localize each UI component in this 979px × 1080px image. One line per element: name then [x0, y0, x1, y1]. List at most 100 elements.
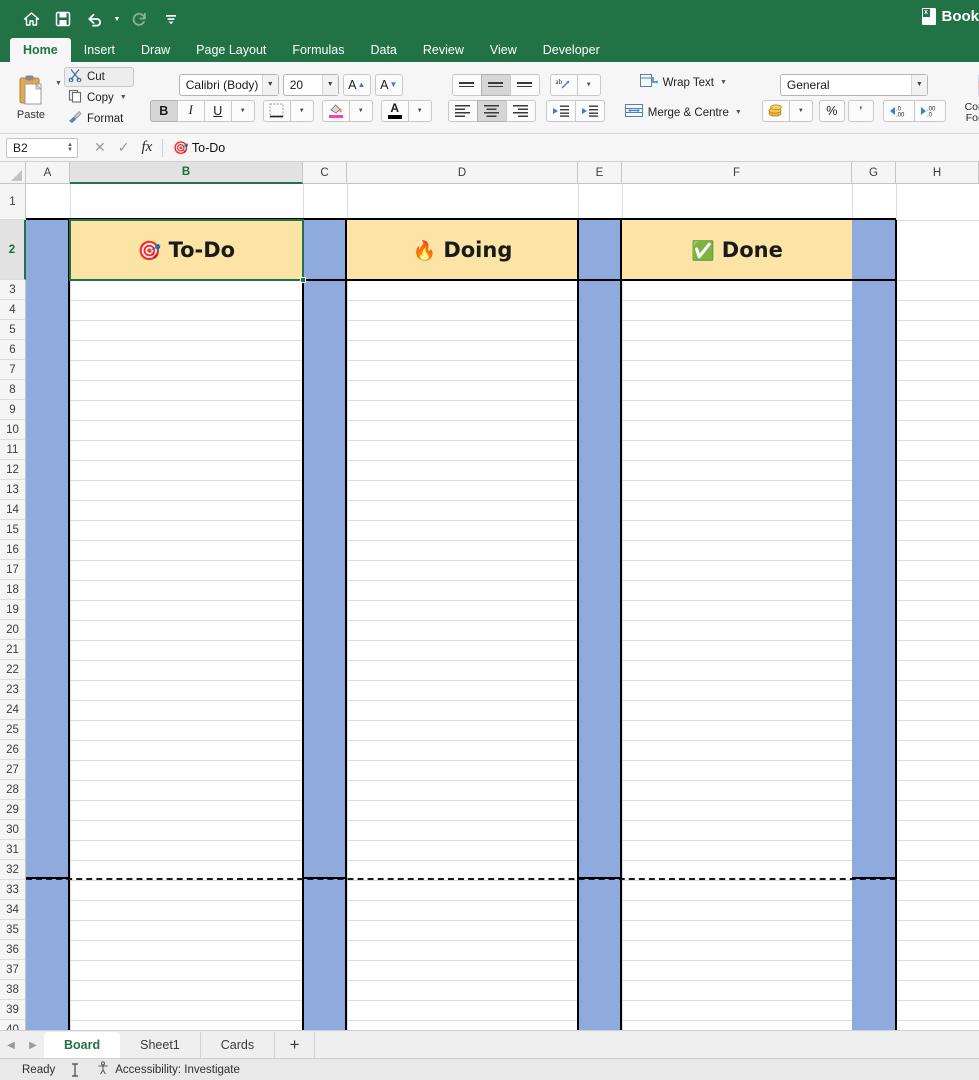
merge-centre-button[interactable]: Merge & Centre ▼	[621, 102, 746, 124]
name-box-spinner-icon[interactable]: ▲▼	[63, 143, 77, 153]
merge-centre-dropdown-icon[interactable]: ▼	[735, 109, 742, 116]
ribbon-tab-page-layout[interactable]: Page Layout	[183, 38, 279, 62]
name-box[interactable]: B2 ▲▼	[6, 138, 78, 158]
copy-button[interactable]: Copy ▼	[64, 88, 134, 108]
customize-toolbar-icon[interactable]	[156, 5, 186, 33]
sheet-nav-next-icon[interactable]: ▶	[22, 1032, 44, 1058]
column-header-b[interactable]: B	[70, 162, 303, 184]
undo-dropdown-icon[interactable]: ▼	[112, 5, 122, 33]
ribbon-tab-draw[interactable]: Draw	[128, 38, 183, 62]
row-header-7[interactable]: 7	[0, 360, 26, 380]
sheet-tab-sheet1[interactable]: Sheet1	[120, 1032, 201, 1058]
save-icon[interactable]	[48, 5, 78, 33]
wrap-text-dropdown-icon[interactable]: ▼	[720, 79, 727, 86]
currency-icon[interactable]	[762, 100, 790, 122]
kanban-header-todo[interactable]: 🎯 To-Do	[70, 220, 303, 280]
row-header-15[interactable]: 15	[0, 520, 26, 540]
undo-icon[interactable]	[80, 5, 110, 33]
wrap-text-button[interactable]: Wrap Text ▼	[636, 72, 731, 94]
align-bottom-icon[interactable]	[510, 74, 540, 96]
row-header-40[interactable]: 40	[0, 1020, 26, 1030]
row-header-27[interactable]: 27	[0, 760, 26, 780]
row-header-36[interactable]: 36	[0, 940, 26, 960]
font-size-input[interactable]: 20 ▼	[283, 74, 339, 96]
increase-decimal-icon[interactable]: .0.00	[883, 100, 915, 122]
decrease-decimal-icon[interactable]: .00.0	[914, 100, 946, 122]
spacer-column-e[interactable]	[578, 220, 622, 1030]
column-header-g[interactable]: G	[852, 162, 896, 184]
align-left-icon[interactable]	[448, 100, 478, 122]
select-all-corner[interactable]	[0, 162, 26, 184]
spreadsheet-grid[interactable]: A B C D E F G H 123456789101112131415161…	[0, 162, 979, 1030]
confirm-edit-icon[interactable]: ✓	[118, 139, 130, 156]
comma-style-button[interactable]: ’	[848, 100, 874, 122]
font-family-dropdown-icon[interactable]: ▼	[262, 75, 278, 95]
insert-function-icon[interactable]: fx	[141, 139, 152, 156]
row-header-10[interactable]: 10	[0, 420, 26, 440]
row-header-38[interactable]: 38	[0, 980, 26, 1000]
orientation-dropdown-icon[interactable]: ▼	[577, 74, 601, 96]
accessibility-status[interactable]: Accessibility: Investigate	[96, 1061, 240, 1078]
sheet-tab-cards[interactable]: Cards	[201, 1032, 275, 1058]
row-header-32[interactable]: 32	[0, 860, 26, 880]
row-header-4[interactable]: 4	[0, 300, 26, 320]
align-center-icon[interactable]	[477, 100, 507, 122]
row-header-22[interactable]: 22	[0, 660, 26, 680]
percent-style-button[interactable]: %	[819, 100, 845, 122]
ribbon-tab-review[interactable]: Review	[410, 38, 477, 62]
row-header-8[interactable]: 8	[0, 380, 26, 400]
currency-dropdown-icon[interactable]: ▼	[789, 100, 813, 122]
spacer-column-c[interactable]	[303, 220, 347, 1030]
row-header-30[interactable]: 30	[0, 820, 26, 840]
spacer-column-a[interactable]	[26, 220, 70, 1030]
row-header-28[interactable]: 28	[0, 780, 26, 800]
kanban-header-done[interactable]: ✅ Done	[622, 220, 852, 280]
number-format-select[interactable]: General ▼	[780, 74, 928, 96]
row-header-21[interactable]: 21	[0, 640, 26, 660]
column-header-c[interactable]: C	[303, 162, 347, 184]
underline-dropdown-icon[interactable]: ▼	[231, 100, 255, 122]
ribbon-tab-view[interactable]: View	[477, 38, 530, 62]
row-header-14[interactable]: 14	[0, 500, 26, 520]
kanban-header-doing[interactable]: 🔥 Doing	[347, 220, 578, 280]
font-size-dropdown-icon[interactable]: ▼	[322, 75, 338, 95]
add-sheet-button[interactable]: +	[275, 1032, 315, 1058]
font-color-dropdown-icon[interactable]: ▼	[408, 100, 432, 122]
row-header-31[interactable]: 31	[0, 840, 26, 860]
fill-handle[interactable]	[300, 277, 306, 283]
row-header-13[interactable]: 13	[0, 480, 26, 500]
increase-font-size-button[interactable]: A▲	[343, 74, 371, 96]
row-header-12[interactable]: 12	[0, 460, 26, 480]
column-header-d[interactable]: D	[347, 162, 578, 184]
format-painter-button[interactable]: Format	[64, 109, 134, 129]
row-header-6[interactable]: 6	[0, 340, 26, 360]
ribbon-tab-data[interactable]: Data	[357, 38, 409, 62]
paste-dropdown-icon[interactable]: ▼	[55, 80, 62, 87]
home-icon[interactable]	[16, 5, 46, 33]
row-header-24[interactable]: 24	[0, 700, 26, 720]
decrease-indent-icon[interactable]	[546, 100, 576, 122]
row-header-35[interactable]: 35	[0, 920, 26, 940]
row-header-29[interactable]: 29	[0, 800, 26, 820]
font-family-input[interactable]: Calibri (Body) ▼	[179, 74, 279, 96]
row-header-19[interactable]: 19	[0, 600, 26, 620]
fill-color-icon[interactable]	[322, 100, 350, 122]
row-header-11[interactable]: 11	[0, 440, 26, 460]
row-header-34[interactable]: 34	[0, 900, 26, 920]
row-header-3[interactable]: 3	[0, 280, 26, 300]
row-header-1[interactable]: 1	[0, 184, 26, 220]
ribbon-tab-insert[interactable]: Insert	[71, 38, 128, 62]
sheet-nav-prev-icon[interactable]: ◀	[0, 1032, 22, 1058]
text-orientation-icon[interactable]: ab	[550, 74, 578, 96]
bold-button[interactable]: B	[150, 100, 178, 122]
underline-button[interactable]: U	[204, 100, 232, 122]
borders-dropdown-icon[interactable]: ▼	[290, 100, 314, 122]
row-header-39[interactable]: 39	[0, 1000, 26, 1020]
ribbon-tab-home[interactable]: Home	[10, 38, 71, 62]
ribbon-tab-formulas[interactable]: Formulas	[279, 38, 357, 62]
align-middle-icon[interactable]	[481, 74, 511, 96]
column-header-h[interactable]: H	[896, 162, 979, 184]
row-header-16[interactable]: 16	[0, 540, 26, 560]
decrease-font-size-button[interactable]: A▼	[375, 74, 403, 96]
row-header-33[interactable]: 33	[0, 880, 26, 900]
